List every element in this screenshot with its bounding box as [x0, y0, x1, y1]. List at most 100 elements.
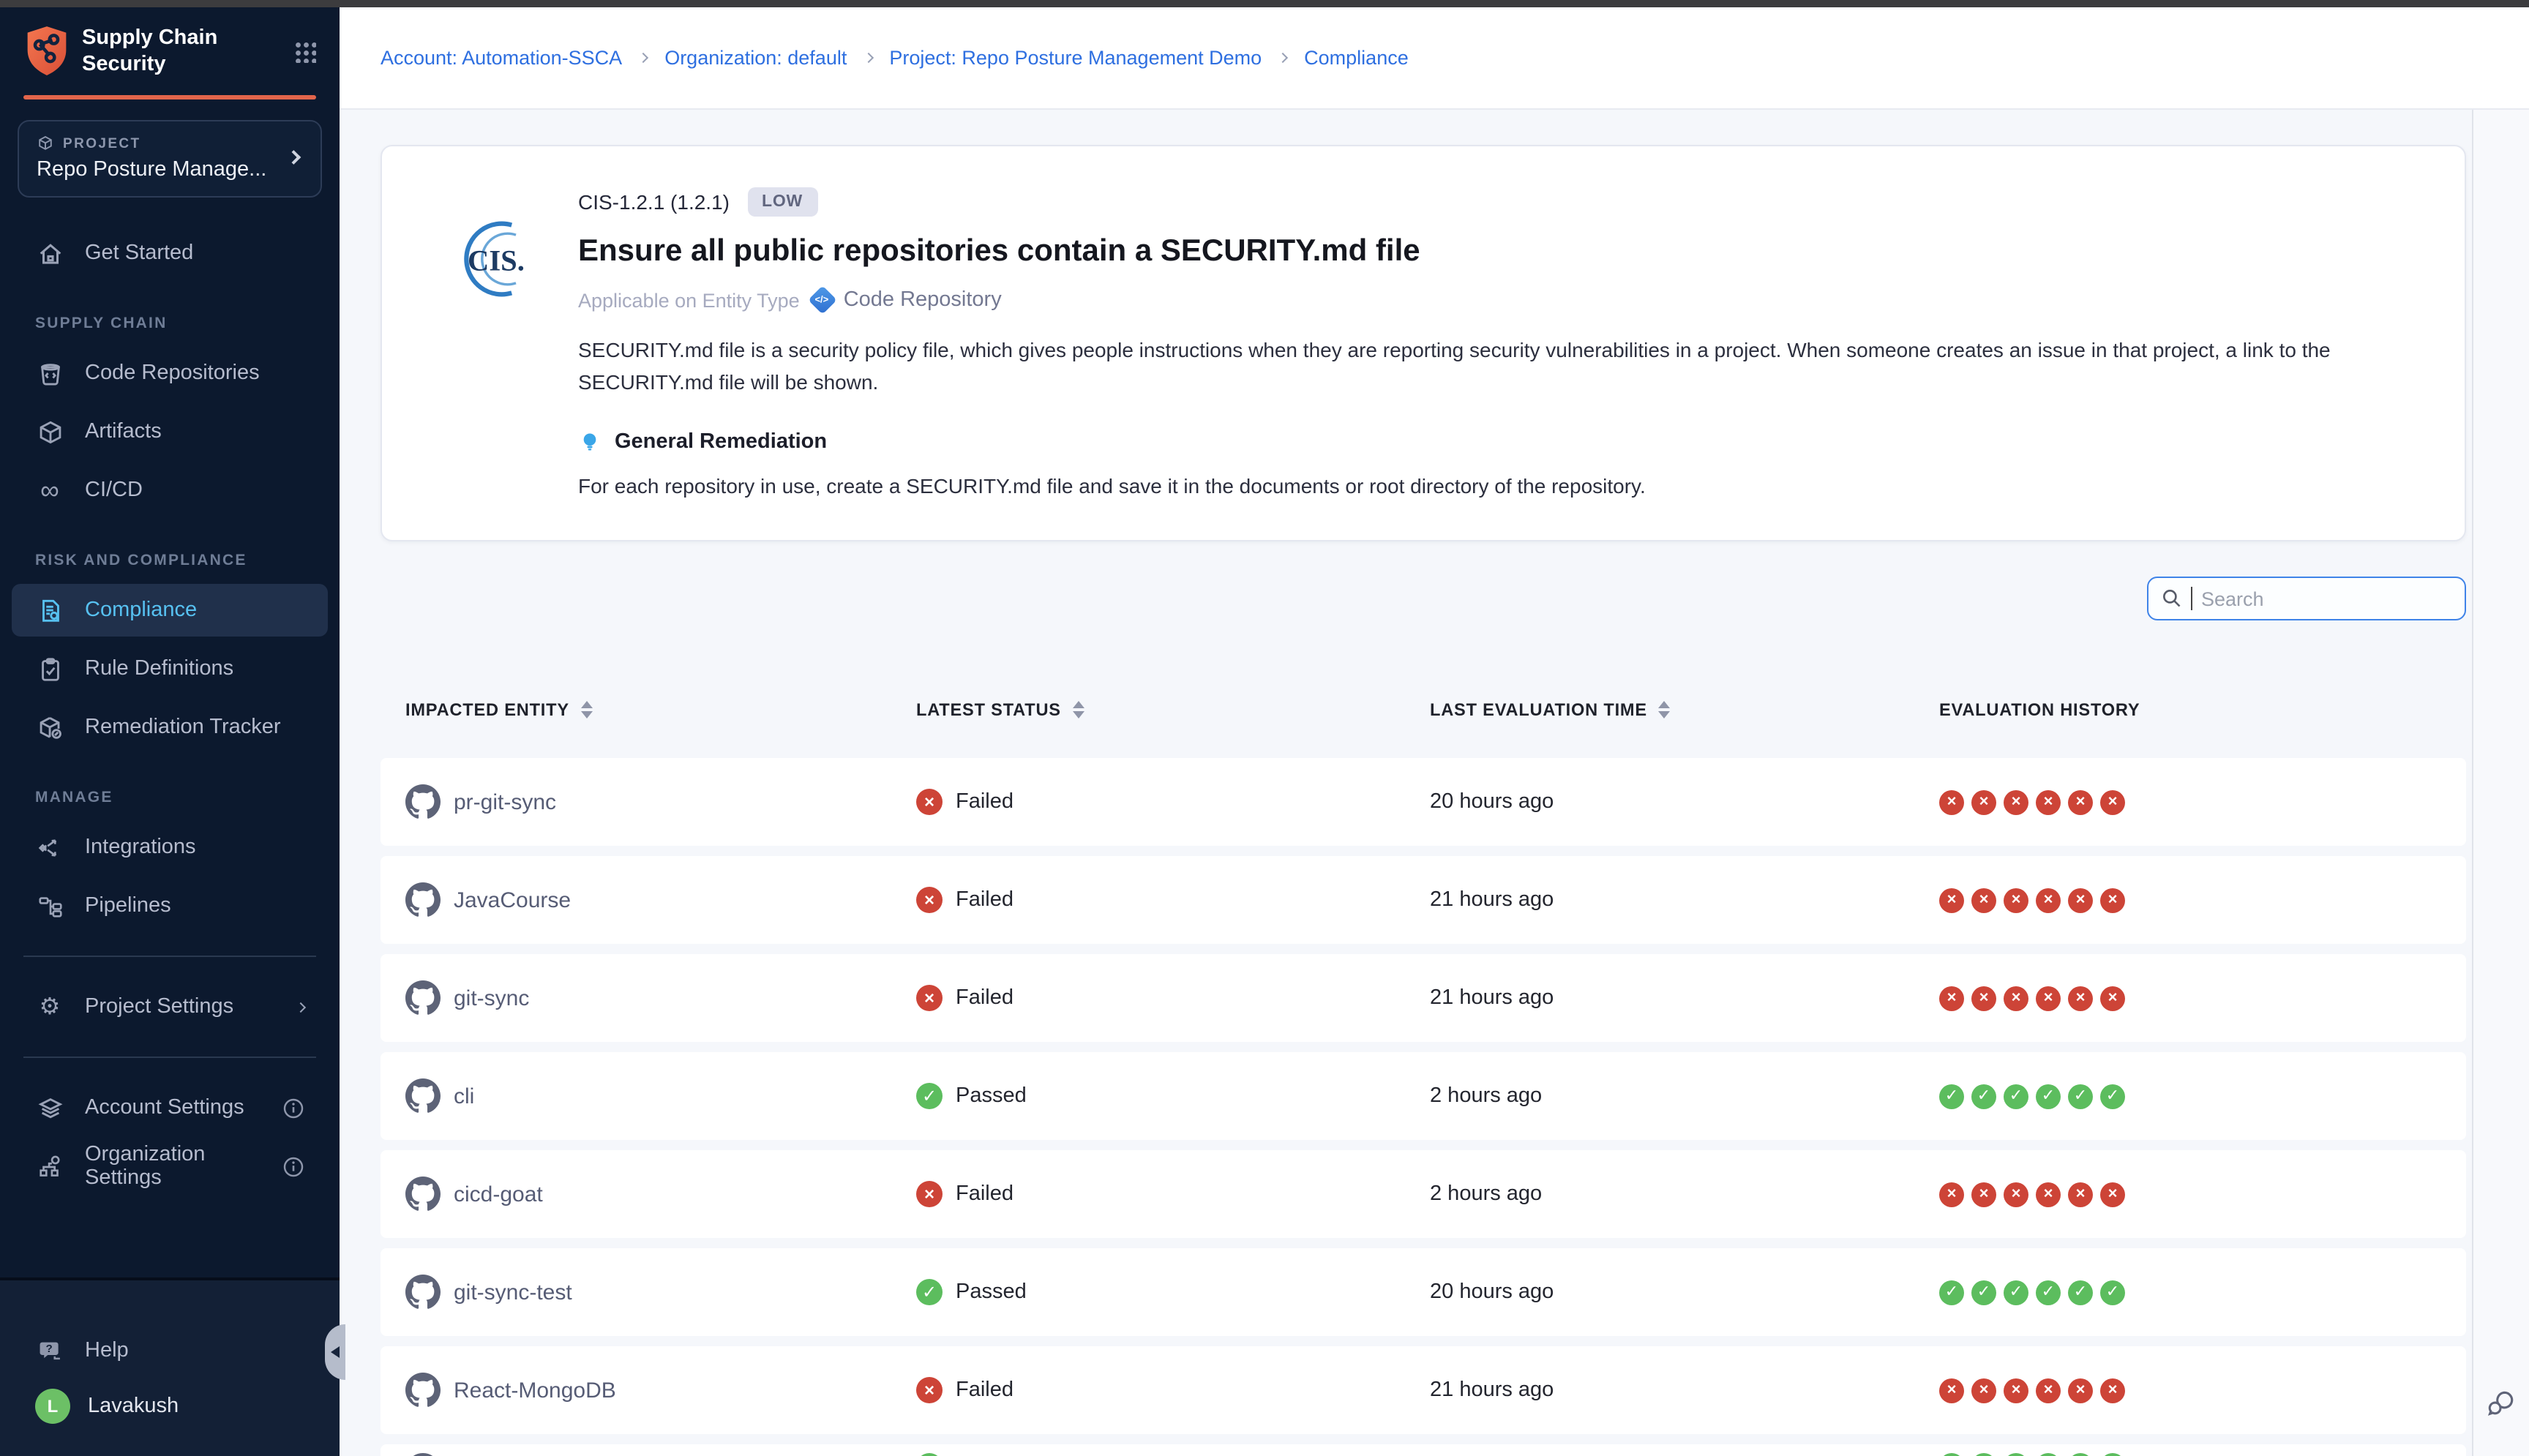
entity-link[interactable]: React-MongoDB: [454, 1378, 616, 1403]
evaluation-time: 21 hours ago: [1430, 1378, 1554, 1402]
sidebar-item-artifacts[interactable]: Artifacts: [12, 406, 328, 459]
table-row[interactable]: git-sync-test ✓ Passed 20 hours ago ✓✓✓✓…: [381, 1248, 2466, 1336]
entity-link[interactable]: git-sync: [454, 986, 529, 1010]
history-fail-icon: ×: [1939, 1182, 1964, 1207]
status-label: Failed: [956, 790, 1014, 814]
breadcrumb-compliance-link[interactable]: Compliance: [1304, 47, 1409, 69]
entity-link[interactable]: cli: [454, 1084, 474, 1108]
status-icon: ×: [916, 887, 943, 913]
history-fail-icon: ×: [2068, 1378, 2093, 1403]
remediation-heading: General Remediation: [615, 431, 827, 454]
text-cursor: [2191, 587, 2192, 610]
table-row[interactable]: git-sync × Failed 21 hours ago ××××××: [381, 954, 2466, 1042]
history-fail-icon: ×: [2036, 1182, 2061, 1207]
evaluation-time: 20 hours ago: [1430, 790, 1554, 814]
severity-badge: LOW: [747, 187, 817, 217]
chevron-right-icon: [296, 1002, 306, 1012]
column-header-last-evaluation-time[interactable]: LAST EVALUATION TIME: [1430, 699, 1939, 720]
column-header-latest-status[interactable]: LATEST STATUS: [916, 699, 1430, 720]
history-pass-icon: ✓: [1939, 1280, 1964, 1305]
github-icon: [405, 1453, 441, 1456]
sidebar-item-label: Help: [85, 1339, 129, 1362]
history-pass-icon: ✓: [2068, 1084, 2093, 1108]
sidebar-item-help[interactable]: ? Help: [12, 1324, 328, 1377]
project-selector[interactable]: PROJECT Repo Posture Manage...: [18, 121, 322, 198]
column-header-impacted-entity[interactable]: IMPACTED ENTITY: [405, 699, 916, 720]
sidebar-item-account-settings[interactable]: Account Settings: [12, 1082, 328, 1135]
status-icon: ✓: [916, 1279, 943, 1305]
table-row[interactable]: React-MongoDB × Failed 21 hours ago ××××…: [381, 1346, 2466, 1434]
applicable-label: Applicable on Entity Type: [578, 289, 800, 311]
sidebar-item-cicd[interactable]: ∞ CI/CD: [12, 465, 328, 517]
svg-text:CIS.: CIS.: [468, 244, 525, 277]
sidebar-bottom: ? Help L Lavakush: [0, 1277, 340, 1456]
table-row[interactable]: cli ✓ Passed 2 hours ago ✓✓✓✓✓✓: [381, 1052, 2466, 1140]
layers-icon: [35, 1094, 64, 1123]
entity-link[interactable]: git-sync-test: [454, 1280, 572, 1305]
table-row[interactable]: pr-git-sync × Failed 20 hours ago ××××××: [381, 758, 2466, 846]
history-pass-icon: ✓: [1971, 1280, 1996, 1305]
chat-support-icon[interactable]: [2485, 1387, 2517, 1419]
history-fail-icon: ×: [2100, 1378, 2125, 1403]
brand: Supply Chain Security: [0, 7, 340, 93]
search-icon: [2162, 588, 2182, 609]
history-fail-icon: ×: [1971, 1182, 1996, 1207]
info-icon[interactable]: [282, 1156, 304, 1178]
sidebar-item-organization-settings[interactable]: Organization Settings: [12, 1141, 328, 1193]
rule-description: SECURITY.md file is a security policy fi…: [578, 335, 2421, 399]
sidebar-item-remediation-tracker[interactable]: Remediation Tracker: [12, 702, 328, 754]
pipelines-icon: [35, 892, 64, 921]
table-row[interactable]: JavaCourse × Failed 21 hours ago ××××××: [381, 856, 2466, 944]
status-icon: ×: [916, 789, 943, 815]
sidebar: Supply Chain Security PROJECT Repo Postu…: [0, 7, 340, 1456]
breadcrumb-project-link[interactable]: Project: Repo Posture Management Demo: [889, 47, 1262, 69]
app-grid-icon[interactable]: [294, 40, 316, 62]
sidebar-item-compliance[interactable]: Compliance: [12, 585, 328, 637]
entity-link[interactable]: JavaCourse: [454, 888, 571, 912]
sidebar-item-code-repositories[interactable]: Code Repositories: [12, 348, 328, 400]
table-header: IMPACTED ENTITY LATEST STATUS LAST EVALU…: [381, 699, 2466, 720]
status-label: Failed: [956, 1182, 1014, 1206]
evaluation-time: 21 hours ago: [1430, 888, 1554, 912]
user-menu[interactable]: L Lavakush: [12, 1380, 328, 1433]
sidebar-item-integrations[interactable]: Integrations: [12, 822, 328, 874]
brand-accent-divider: [23, 96, 316, 100]
entity-type-chip[interactable]: </> Code Repository: [813, 288, 1002, 312]
history-fail-icon: ×: [2004, 1182, 2028, 1207]
sidebar-item-pipelines[interactable]: Pipelines: [12, 880, 328, 933]
history-pass-icon: ✓: [1939, 1084, 1964, 1108]
history-icons: ××××××: [1939, 789, 2125, 814]
entity-link[interactable]: pr-git-sync: [454, 789, 556, 814]
sidebar-item-rule-definitions[interactable]: Rule Definitions: [12, 643, 328, 696]
history-fail-icon: ×: [2004, 1378, 2028, 1403]
status-icon: ✓: [916, 1083, 943, 1109]
history-fail-icon: ×: [2100, 888, 2125, 912]
history-icons: ××××××: [1939, 986, 2125, 1010]
sidebar-item-get-started[interactable]: Get Started: [12, 228, 328, 280]
table-row[interactable]: ✓ ✓✓✓✓✓✓: [381, 1444, 2466, 1456]
history-fail-icon: ×: [2068, 986, 2093, 1010]
sidebar-item-label: Project Settings: [85, 996, 233, 1019]
section-heading-manage: MANAGE: [12, 789, 328, 807]
status-label: Failed: [956, 986, 1014, 1010]
entity-link[interactable]: cicd-goat: [454, 1182, 543, 1207]
info-icon[interactable]: [282, 1097, 304, 1119]
compliance-document-icon: [35, 596, 64, 626]
breadcrumb-account-link[interactable]: Account: Automation-SSCA: [381, 47, 622, 69]
sidebar-item-project-settings[interactable]: ⚙ Project Settings: [12, 981, 328, 1034]
app-title: Supply Chain Security: [82, 25, 294, 78]
breadcrumb-organization-link[interactable]: Organization: default: [664, 47, 847, 69]
history-pass-icon: ✓: [2100, 1453, 2125, 1456]
table-row[interactable]: cicd-goat × Failed 2 hours ago ××××××: [381, 1150, 2466, 1238]
search-input[interactable]: [2201, 588, 2451, 609]
avatar: L: [35, 1389, 70, 1424]
supply-chain-security-logo: [23, 25, 70, 78]
cis-logo: CIS.: [452, 217, 537, 301]
right-gutter: [2472, 110, 2529, 1456]
sidebar-item-label: Integrations: [85, 836, 196, 860]
history-fail-icon: ×: [1939, 888, 1964, 912]
history-pass-icon: ✓: [2100, 1084, 2125, 1108]
project-name: Repo Posture Manage...: [37, 159, 303, 182]
status-label: Failed: [956, 1378, 1014, 1402]
history-fail-icon: ×: [2036, 986, 2061, 1010]
